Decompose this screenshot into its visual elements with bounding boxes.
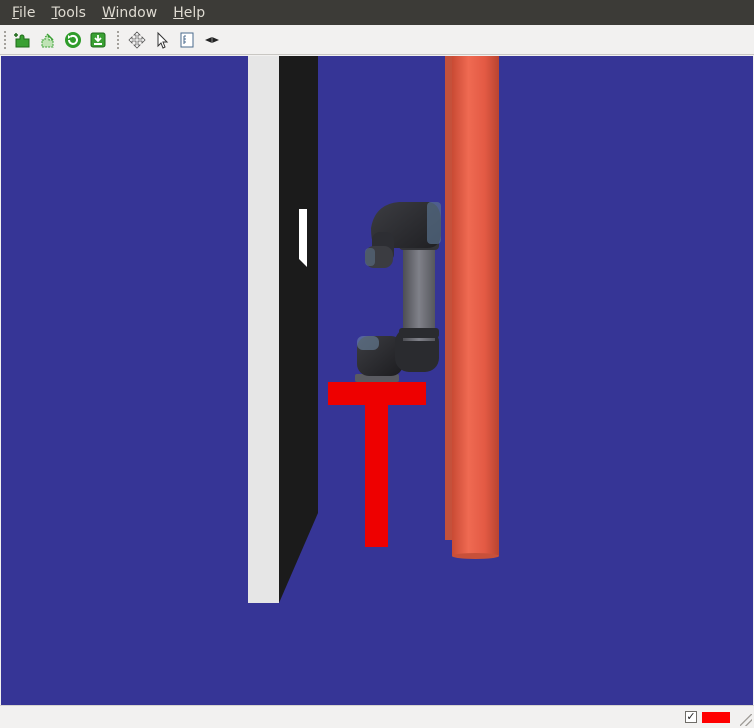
menu-help[interactable]: Help (165, 0, 213, 25)
toolbar-grip[interactable] (3, 29, 7, 50)
menu-window[interactable]: Window (94, 0, 165, 25)
pipe-obstacle (445, 56, 499, 559)
measure-icon (180, 32, 194, 47)
move-camera-icon (128, 30, 146, 49)
wall-obstacle (248, 56, 318, 603)
toolbar-separator (115, 28, 121, 51)
save-icon (90, 32, 106, 47)
render-viewport[interactable] (1, 56, 753, 705)
focus-camera-icon (205, 36, 219, 43)
reload-icon (65, 31, 81, 48)
robot-arm (355, 202, 441, 382)
select-icon (157, 31, 169, 49)
menu-bar: File Tools Window Help (0, 0, 754, 25)
scene-3d (248, 56, 499, 603)
add-plugin-icon (14, 32, 30, 47)
move-camera-button[interactable] (125, 28, 149, 52)
menu-tools[interactable]: Tools (43, 0, 94, 25)
toolbar (0, 25, 754, 55)
status-color-indicator (702, 712, 730, 723)
save-button[interactable] (86, 28, 110, 52)
focus-camera-button[interactable] (200, 28, 224, 52)
robot-pedestal (328, 382, 426, 547)
status-bar: ✓ (0, 705, 754, 728)
status-checkbox[interactable]: ✓ (685, 711, 697, 723)
edit-plugins-icon (41, 32, 54, 47)
window-resize-grip[interactable] (740, 714, 752, 726)
select-button[interactable] (150, 28, 174, 52)
add-plugin-button[interactable] (11, 28, 35, 52)
reload-button[interactable] (61, 28, 85, 52)
menu-file[interactable]: File (4, 0, 43, 25)
edit-plugins-button[interactable] (36, 28, 60, 52)
measure-button[interactable] (175, 28, 199, 52)
